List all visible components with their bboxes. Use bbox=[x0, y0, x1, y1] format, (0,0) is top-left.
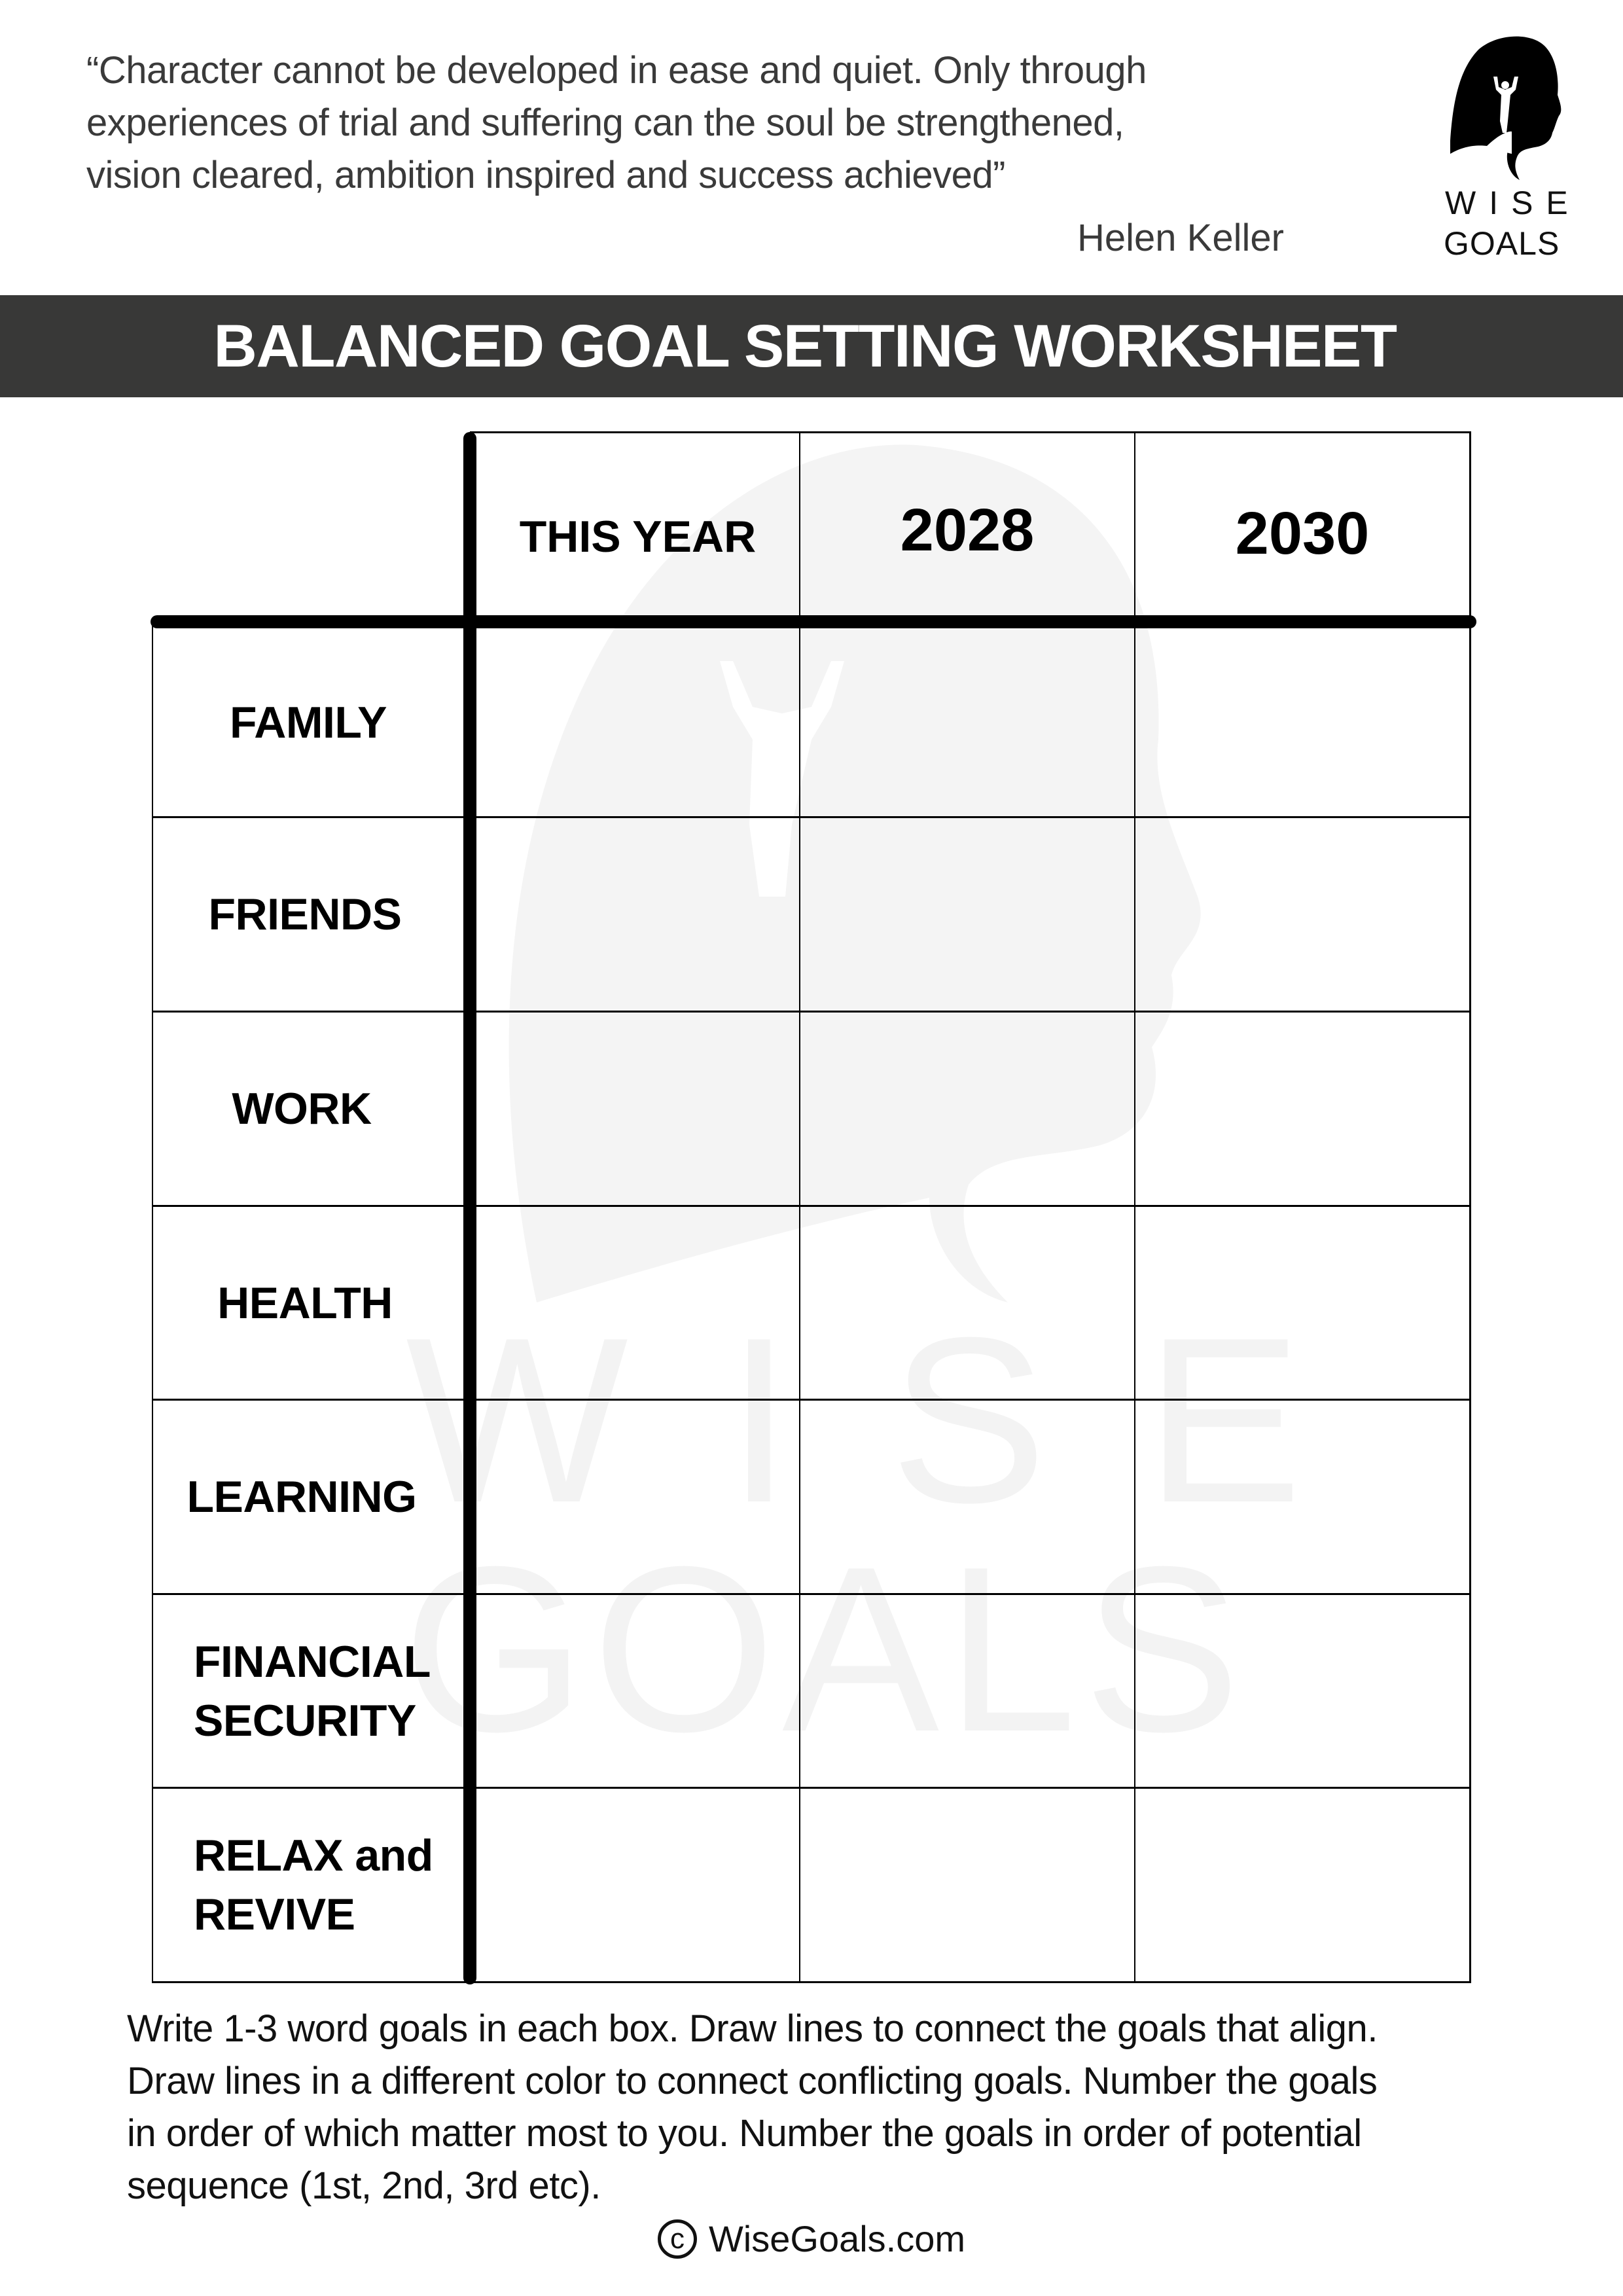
instruction-line: Write 1-3 word goals in each box. Draw l… bbox=[127, 2007, 1378, 2050]
row-label-line: SECURITY bbox=[194, 1695, 416, 1746]
row-label-family: FAMILY bbox=[229, 697, 387, 747]
row-label-work: WORK bbox=[232, 1084, 372, 1134]
copyright-icon: c bbox=[657, 2219, 697, 2259]
row-label-line: REVIVE bbox=[194, 1890, 355, 1939]
goal-cell[interactable] bbox=[476, 628, 799, 816]
goal-cell[interactable] bbox=[1135, 1789, 1469, 1977]
goal-cell[interactable] bbox=[800, 1013, 1134, 1200]
row-label-friends: FRIENDS bbox=[208, 889, 402, 939]
goal-cell[interactable] bbox=[476, 818, 799, 1006]
goal-cell[interactable] bbox=[1135, 818, 1469, 1006]
goal-cell[interactable] bbox=[800, 628, 1134, 816]
goal-cell[interactable] bbox=[800, 1401, 1134, 1588]
goal-cell[interactable] bbox=[476, 1207, 799, 1395]
footer-site: WiseGoals.com bbox=[708, 2218, 966, 2259]
goal-cell[interactable] bbox=[476, 1013, 799, 1200]
column-header-2028: 2028 bbox=[900, 496, 1035, 564]
instructions: Write 1-3 word goals in each box. Draw l… bbox=[127, 2003, 1527, 2212]
table-header-top-border bbox=[470, 431, 1471, 433]
goal-cell[interactable] bbox=[476, 1789, 799, 1977]
column-header-2030: 2030 bbox=[1235, 499, 1370, 567]
header-divider-thick bbox=[151, 615, 1476, 628]
goal-cell[interactable] bbox=[1135, 1595, 1469, 1783]
goal-cell[interactable] bbox=[800, 1595, 1134, 1783]
row-label-financial-security: FINANCIAL SECURITY bbox=[153, 1595, 504, 1787]
row-label-learning: LEARNING bbox=[187, 1472, 417, 1522]
column-header-this-year: THIS YEAR bbox=[519, 512, 757, 562]
goal-table: THIS YEAR 2028 2030 FAMILY FRIENDS WORK … bbox=[0, 0, 1623, 2296]
goal-cell[interactable] bbox=[800, 1789, 1134, 1977]
footer: c WiseGoals.com bbox=[0, 2217, 1623, 2260]
goal-cell[interactable] bbox=[1135, 1401, 1469, 1588]
goal-cell[interactable] bbox=[800, 818, 1134, 1006]
instruction-line: sequence (1st, 2nd, 3rd etc). bbox=[127, 2164, 601, 2207]
row-border bbox=[152, 1981, 1471, 1983]
goal-cell[interactable] bbox=[476, 1401, 799, 1588]
goal-cell[interactable] bbox=[476, 1595, 799, 1783]
row-label-relax-and-revive: RELAX and REVIVE bbox=[153, 1789, 504, 1981]
instruction-line: in order of which matter most to you. Nu… bbox=[127, 2112, 1362, 2155]
instruction-line: Draw lines in a different color to conne… bbox=[127, 2060, 1378, 2102]
goal-cell[interactable] bbox=[1135, 628, 1469, 816]
row-label-health: HEALTH bbox=[217, 1278, 393, 1328]
goal-cell[interactable] bbox=[1135, 1013, 1469, 1200]
goal-cell[interactable] bbox=[1135, 1207, 1469, 1395]
column-border bbox=[1469, 432, 1471, 1983]
goal-cell[interactable] bbox=[800, 1207, 1134, 1395]
row-label-line: FINANCIAL bbox=[194, 1636, 431, 1687]
row-label-line: RELAX and bbox=[194, 1831, 433, 1880]
